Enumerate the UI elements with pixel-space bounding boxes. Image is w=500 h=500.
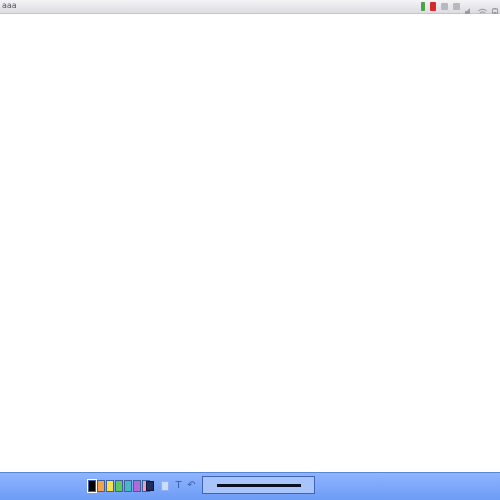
volume-icon[interactable] (465, 2, 473, 17)
undo-icon: ↶ (187, 480, 196, 491)
color-swatch-1[interactable] (97, 480, 105, 492)
drawing-canvas[interactable] (0, 14, 500, 472)
system-tray (421, 1, 498, 17)
grey-app-icon[interactable] (441, 3, 448, 10)
wifi-icon[interactable] (478, 2, 487, 17)
color-swatch-2[interactable] (106, 480, 114, 492)
eraser-icon (160, 480, 169, 491)
window-title: aaa (2, 1, 17, 10)
line-thickness-selector[interactable] (202, 476, 315, 494)
color-swatch-0[interactable] (87, 479, 97, 493)
drawing-toolbar: T ↶ (0, 472, 500, 500)
battery-icon[interactable] (492, 2, 498, 17)
color-swatch-3[interactable] (115, 480, 123, 492)
pen-icon (145, 480, 154, 491)
status-green-icon[interactable] (421, 2, 425, 11)
text-tool-button[interactable]: T (174, 480, 183, 491)
screen: aaa T ↶ (0, 0, 500, 500)
color-palette (87, 479, 150, 493)
status-red-icon[interactable] (430, 2, 436, 11)
undo-button[interactable]: ↶ (187, 480, 196, 491)
top-menu-bar: aaa (0, 0, 500, 17)
line-thickness-preview (217, 484, 301, 487)
grey-app-icon-2[interactable] (453, 3, 460, 10)
text-tool-icon: T (175, 480, 182, 491)
color-swatch-4[interactable] (124, 480, 132, 492)
pen-tool-button[interactable] (145, 480, 154, 491)
color-swatch-5[interactable] (133, 480, 141, 492)
eraser-tool-button[interactable] (160, 480, 169, 491)
